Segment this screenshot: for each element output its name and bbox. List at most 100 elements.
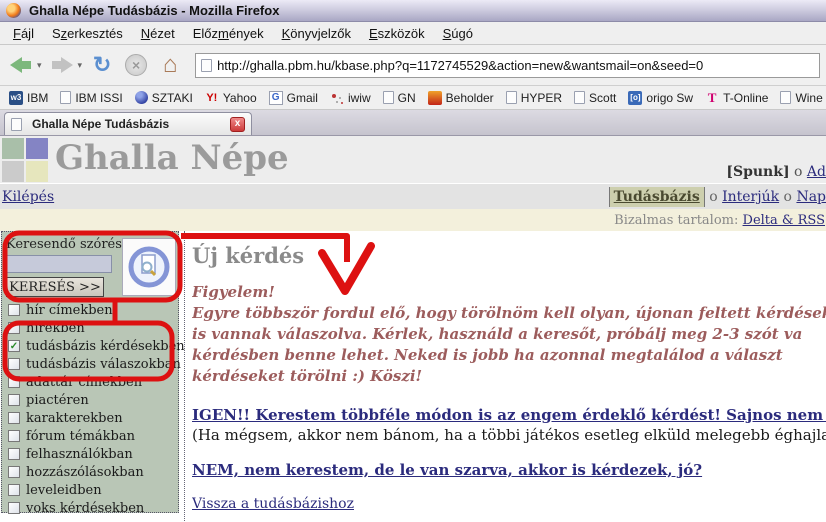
interjuk-link[interactable]: Interjúk — [722, 189, 779, 205]
origo-icon: [o] — [628, 91, 642, 105]
checkbox[interactable] — [8, 502, 20, 514]
naplo-link[interactable]: Nap — [796, 189, 826, 205]
home-button[interactable]: ⌂ — [155, 50, 185, 80]
menu-file[interactable]: Fájl — [4, 24, 43, 43]
tab-bar: Ghalla Népe Tudásbázis x — [0, 110, 826, 136]
beholder-icon — [428, 91, 442, 105]
checkbox[interactable] — [8, 412, 20, 424]
bookmark-sztaki[interactable]: SZTAKI — [130, 90, 198, 106]
checkbox[interactable] — [8, 430, 20, 442]
checkbox-row-felhasznalokban[interactable]: felhasználókban — [8, 445, 185, 463]
reload-icon: ↻ — [93, 54, 111, 76]
search-input[interactable] — [6, 255, 112, 273]
warning-text: Figyelem! Egyre többször fordul elő, hog… — [192, 282, 826, 387]
checkbox[interactable] — [8, 448, 20, 460]
bookmark-tonline[interactable]: TT-Online — [700, 90, 773, 106]
address-url[interactable]: http://ghalla.pbm.hu/kbase.php?q=1172745… — [217, 58, 703, 73]
checkbox-row-piacteren[interactable]: piactéren — [8, 391, 185, 409]
main-content: Új kérdés Figyelem! Egyre többször fordu… — [192, 231, 826, 522]
bookmark-origo[interactable]: [o]origo Sw — [623, 90, 698, 106]
firefox-icon — [6, 3, 21, 18]
back-dropdown-icon[interactable]: ▾ — [37, 60, 42, 71]
info-label: Bizalmas tartalom: — [614, 213, 738, 228]
page-icon — [506, 91, 517, 104]
checkbox[interactable] — [8, 304, 20, 316]
menu-bookmarks[interactable]: Könyvjelzők — [273, 24, 360, 43]
checkbox-row-voks-kerdesekben[interactable]: voks kérdésekben — [8, 499, 185, 517]
search-button[interactable]: KERESÉS >> — [6, 277, 104, 297]
tab-close-icon[interactable]: x — [230, 117, 245, 132]
back-button[interactable] — [6, 50, 36, 80]
bookmark-gmail[interactable]: GGmail — [264, 90, 323, 106]
kilepes-link[interactable]: Kilépés — [2, 189, 54, 205]
adatlap-link[interactable]: Ad — [807, 164, 826, 180]
checkbox-row-tudasbazis-valaszokban[interactable]: tudásbázis válaszokban — [8, 355, 185, 373]
bookmark-yahoo[interactable]: Y!Yahoo — [200, 90, 262, 106]
site-logo-icon — [2, 138, 48, 182]
checkbox-row-hozzaszolasokban[interactable]: hozzászólásokban — [8, 463, 185, 481]
checkbox-row-hir-cimekben[interactable]: hír címekben — [8, 301, 185, 319]
search-sidebar: Keresendő szórész: KERESÉS >> hír címekb… — [1, 231, 179, 513]
forward-button[interactable] — [47, 50, 77, 80]
tab-page-icon — [11, 118, 22, 131]
search-document-icon — [127, 245, 171, 289]
checkbox-checked[interactable] — [8, 340, 20, 352]
menu-edit[interactable]: Szerkesztés — [43, 24, 132, 43]
favicon-page-icon — [201, 59, 212, 72]
w3-icon: w3 — [9, 91, 23, 105]
bookmark-winehq[interactable]: Wine HQ — [775, 90, 826, 106]
bookmark-gn[interactable]: GN — [378, 90, 421, 106]
forward-dropdown-icon[interactable]: ▾ — [78, 60, 83, 71]
checkbox[interactable] — [8, 484, 20, 496]
delta-rss-link[interactable]: Delta & RSS — [743, 213, 825, 228]
firefox-window: Ghalla Népe Tudásbázis - Mozilla Firefox… — [0, 0, 826, 522]
checkbox[interactable] — [8, 376, 20, 388]
checkbox-row-leveleidben[interactable]: leveleidben — [8, 481, 185, 499]
forward-icon — [51, 57, 73, 73]
yes-searched-link[interactable]: IGEN!! Kerestem többféle módon is az eng… — [192, 406, 826, 424]
menu-tools[interactable]: Eszközök — [360, 24, 434, 43]
navigation-toolbar: ▾ ▾ ↻ × ⌂ http://ghalla.pbm.hu/kbase.php… — [0, 45, 826, 86]
checkbox-row-tudasbazis-kerdesekben[interactable]: tudásbázis kérdésekben — [8, 337, 185, 355]
bookmark-hyper[interactable]: HYPER — [501, 90, 567, 106]
search-scope-list: hír címekben hírekben tudásbázis kérdése… — [8, 301, 185, 517]
checkbox[interactable] — [8, 358, 20, 370]
site-header: Ghalla Népe [Spunk] o Ad — [0, 136, 826, 184]
separator: o — [794, 164, 802, 180]
no-not-searched-link[interactable]: NEM, nem kerestem, de le van szarva, akk… — [192, 461, 702, 479]
home-icon: ⌂ — [163, 53, 178, 77]
checkbox-row-forum-temakban[interactable]: fórum témákban — [8, 427, 185, 445]
checkbox[interactable] — [8, 466, 20, 478]
site-nav-links: Tudásbázis o Interjúk o Nap — [609, 189, 826, 205]
checkbox-row-adattar-cimekben[interactable]: adattár címekben — [8, 373, 185, 391]
checkbox-row-hirekben[interactable]: hírekben — [8, 319, 185, 337]
note-text: (Ha mégsem, akkor nem bánom, ha a többi … — [192, 426, 826, 444]
checkbox[interactable] — [8, 394, 20, 406]
page-icon — [780, 91, 791, 104]
page-title: Új kérdés — [192, 243, 826, 268]
gmail-icon: G — [269, 91, 283, 105]
window-title: Ghalla Népe Tudásbázis - Mozilla Firefox — [29, 3, 279, 18]
web-page: Ghalla Népe [Spunk] o Ad Kilépés Tudásbá… — [0, 136, 826, 522]
stop-button[interactable]: × — [121, 50, 151, 80]
checkbox[interactable] — [8, 322, 20, 334]
tab-tudasbazis[interactable]: Tudásbázis — [609, 187, 705, 207]
bookmark-scott[interactable]: Scott — [569, 90, 621, 106]
bookmark-ibm[interactable]: w3IBM — [4, 90, 53, 106]
bookmarks-toolbar: w3IBM IBM ISSI SZTAKI Y!Yahoo GGmail iwi… — [0, 86, 826, 110]
search-document-button[interactable] — [122, 238, 176, 296]
tab-ghalla-nepe-tudasbazis[interactable]: Ghalla Népe Tudásbázis x — [4, 112, 252, 135]
bookmark-iwiw[interactable]: iwiw — [325, 90, 376, 106]
separator: o — [709, 189, 717, 205]
username: [Spunk] — [726, 164, 789, 180]
bookmark-beholder[interactable]: Beholder — [423, 90, 499, 106]
checkbox-row-karakterekben[interactable]: karakterekben — [8, 409, 185, 427]
menu-history[interactable]: Előzmények — [184, 24, 273, 43]
stop-icon: × — [125, 54, 147, 76]
bookmark-ibm-issi[interactable]: IBM ISSI — [55, 90, 127, 106]
back-to-knowledgebase-link[interactable]: Vissza a tudásbázishoz — [192, 496, 354, 512]
reload-button[interactable]: ↻ — [87, 50, 117, 80]
address-bar[interactable]: http://ghalla.pbm.hu/kbase.php?q=1172745… — [195, 53, 820, 78]
menu-view[interactable]: Nézet — [132, 24, 184, 43]
menu-help[interactable]: Súgó — [434, 24, 482, 43]
